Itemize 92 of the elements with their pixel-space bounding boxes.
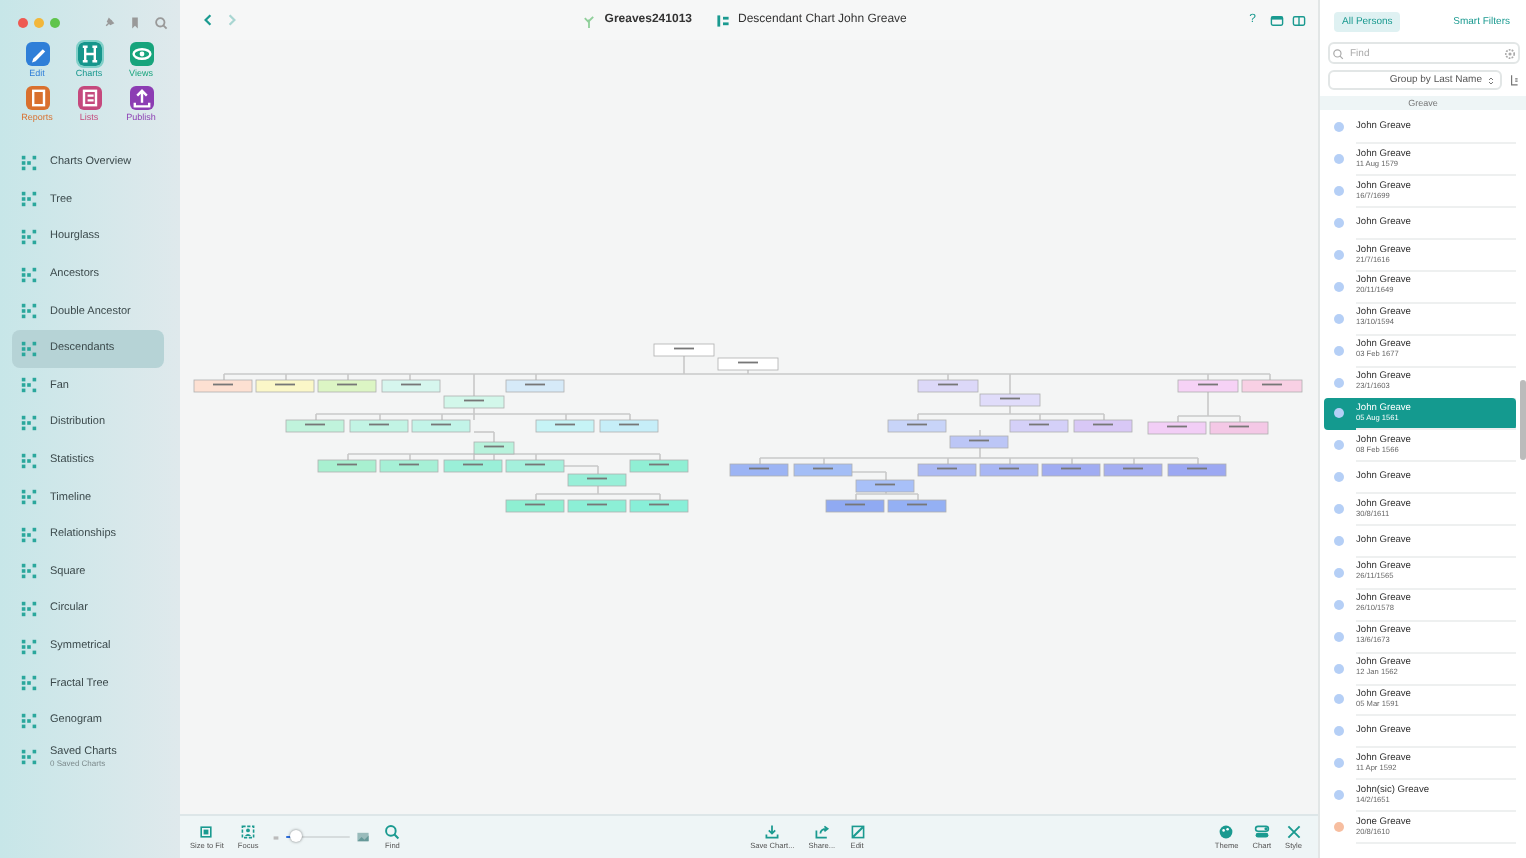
document-icon — [25, 86, 49, 110]
toggles-icon — [1253, 824, 1270, 840]
list-icon — [77, 86, 101, 110]
person-node[interactable] — [255, 379, 315, 393]
zoom-button[interactable] — [50, 17, 60, 27]
dot-grid-icon — [20, 302, 38, 321]
person-node[interactable] — [729, 463, 789, 477]
dot-grid-icon — [20, 711, 38, 730]
eye-icon — [129, 42, 153, 66]
frame-icon — [198, 824, 215, 840]
download-icon — [764, 824, 781, 840]
person-node[interactable] — [629, 499, 689, 513]
person-node[interactable] — [1147, 421, 1207, 435]
dot-grid-icon — [20, 376, 38, 395]
search-icon — [384, 824, 401, 840]
person-node[interactable] — [653, 343, 715, 357]
sort-icon[interactable] — [1508, 74, 1520, 86]
large-picture-icon — [356, 830, 371, 844]
dot-grid-icon — [20, 525, 38, 544]
search-icon — [1332, 47, 1344, 59]
bookmark-icon[interactable] — [128, 15, 142, 29]
person-node[interactable] — [1041, 463, 1101, 477]
dot-grid-icon — [20, 227, 38, 246]
palette-icon — [1218, 824, 1235, 840]
person-node[interactable] — [317, 459, 377, 473]
person-node[interactable] — [979, 393, 1041, 407]
person-node[interactable] — [505, 459, 565, 473]
tree-icon — [582, 13, 597, 27]
close-button[interactable] — [18, 17, 28, 27]
upload-icon — [129, 86, 153, 110]
person-node[interactable] — [979, 463, 1039, 477]
person-node[interactable] — [1209, 421, 1269, 435]
dot-grid-icon — [20, 637, 38, 656]
person-node[interactable] — [379, 459, 439, 473]
person-node[interactable] — [443, 459, 503, 473]
search-icon[interactable] — [154, 15, 168, 29]
back-icon[interactable] — [200, 12, 216, 28]
person-node[interactable] — [1167, 463, 1227, 477]
dot-grid-icon — [20, 265, 38, 284]
dot-grid-icon — [20, 339, 38, 358]
pin-icon[interactable] — [102, 15, 116, 29]
person-node[interactable] — [1073, 419, 1133, 433]
person-node[interactable] — [917, 463, 977, 477]
dot-grid-icon — [20, 748, 38, 767]
share-icon — [813, 824, 830, 840]
dot-grid-icon — [20, 451, 38, 470]
dot-grid-icon — [20, 153, 38, 172]
person-node[interactable] — [317, 379, 377, 393]
slider-thumb[interactable] — [290, 830, 303, 843]
person-node[interactable] — [1241, 379, 1303, 393]
person-node[interactable] — [887, 419, 947, 433]
dot-grid-icon — [20, 190, 38, 209]
connector-line — [979, 429, 981, 437]
person-node[interactable] — [381, 379, 441, 393]
split-view-icon[interactable] — [1292, 13, 1307, 27]
dot-grid-icon — [20, 413, 38, 432]
person-node[interactable] — [1009, 419, 1069, 433]
person-node[interactable] — [443, 395, 505, 409]
person-node[interactable] — [349, 419, 409, 433]
dot-grid-icon — [20, 599, 38, 618]
person-node[interactable] — [825, 499, 885, 513]
edit-chart-icon — [849, 824, 866, 840]
person-node[interactable] — [411, 419, 471, 433]
person-node[interactable] — [629, 459, 689, 473]
pencil-icon — [25, 42, 49, 66]
person-node[interactable] — [285, 419, 345, 433]
person-node[interactable] — [193, 379, 253, 393]
person-node[interactable] — [855, 479, 915, 493]
chart-icon — [716, 13, 730, 27]
dot-grid-icon — [20, 488, 38, 507]
person-frame-icon — [240, 824, 257, 840]
person-node[interactable] — [505, 499, 565, 513]
person-node[interactable] — [505, 379, 565, 393]
dot-grid-icon — [20, 674, 38, 693]
person-node[interactable] — [1177, 379, 1239, 393]
person-node[interactable] — [717, 357, 779, 371]
person-node[interactable] — [599, 419, 659, 433]
person-node[interactable] — [535, 419, 595, 433]
tools-icon — [1285, 824, 1302, 840]
window-icon[interactable] — [1270, 13, 1285, 27]
person-node[interactable] — [917, 379, 979, 393]
tree-chart-icon — [77, 42, 101, 66]
up-down-chevron-icon — [1486, 75, 1496, 85]
person-node[interactable] — [887, 499, 947, 513]
person-node[interactable] — [949, 435, 1009, 449]
dot-grid-icon — [20, 562, 38, 581]
person-node[interactable] — [473, 441, 515, 455]
settings-icon[interactable] — [1504, 47, 1516, 59]
person-node[interactable] — [567, 499, 627, 513]
person-node[interactable] — [567, 473, 627, 487]
person-node[interactable] — [793, 463, 853, 477]
person-node[interactable] — [1103, 463, 1163, 477]
